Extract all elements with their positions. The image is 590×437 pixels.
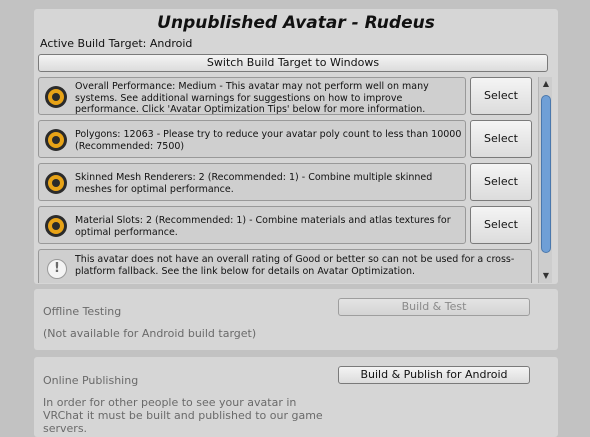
online-publishing-description: In order for other people to see your av… [43, 396, 323, 435]
select-button-skinned-meshes[interactable]: Select [470, 163, 532, 201]
build-and-publish-button[interactable]: Build & Publish for Android [338, 366, 530, 384]
validation-message: Overall Performance: Medium - This avata… [75, 81, 429, 115]
validation-item-polygons: Polygons: 12063 - Please try to reduce y… [38, 120, 466, 158]
warning-icon [45, 129, 67, 151]
switch-build-target-button[interactable]: Switch Build Target to Windows [38, 54, 548, 72]
validation-message: Material Slots: 2 (Recommended: 1) - Com… [75, 215, 451, 238]
select-button-material-slots[interactable]: Select [470, 206, 532, 244]
info-icon: ! [47, 259, 67, 279]
offline-testing-panel: Offline Testing (Not available for Andro… [34, 289, 558, 350]
validation-item-skinned-meshes: Skinned Mesh Renderers: 2 (Recommended: … [38, 163, 466, 201]
online-publishing-title: Online Publishing [43, 374, 139, 387]
validation-message: Polygons: 12063 - Please try to reduce y… [75, 129, 462, 152]
validation-item-material-slots: Material Slots: 2 (Recommended: 1) - Com… [38, 206, 466, 244]
warning-icon [45, 86, 67, 108]
avatar-header-panel: Unpublished Avatar - Rudeus Active Build… [34, 9, 558, 284]
online-publishing-panel: Online Publishing In order for other peo… [34, 357, 558, 437]
warning-icon [45, 215, 67, 237]
validation-message: This avatar does not have an overall rat… [75, 254, 515, 277]
scrollbar-thumb[interactable] [541, 95, 551, 253]
validation-list[interactable]: Overall Performance: Medium - This avata… [38, 77, 552, 283]
select-button-polygons[interactable]: Select [470, 120, 532, 158]
warning-icon [45, 172, 67, 194]
validation-item-performance: Overall Performance: Medium - This avata… [38, 77, 466, 115]
select-button-performance[interactable]: Select [470, 77, 532, 115]
offline-testing-title: Offline Testing [43, 305, 122, 318]
page-title: Unpublished Avatar - Rudeus [157, 13, 435, 33]
validation-message: Skinned Mesh Renderers: 2 (Recommended: … [75, 172, 433, 195]
scroll-down-arrow-icon[interactable]: ▼ [539, 269, 552, 283]
vertical-scrollbar[interactable]: ▲ ▼ [538, 77, 552, 283]
offline-testing-note: (Not available for Android build target) [43, 327, 257, 340]
scroll-up-arrow-icon[interactable]: ▲ [539, 77, 552, 91]
validation-item-fallback-info: ! This avatar does not have an overall r… [38, 249, 532, 283]
active-build-target-label: Active Build Target: Android [40, 37, 193, 50]
build-and-test-button[interactable]: Build & Test [338, 298, 530, 316]
